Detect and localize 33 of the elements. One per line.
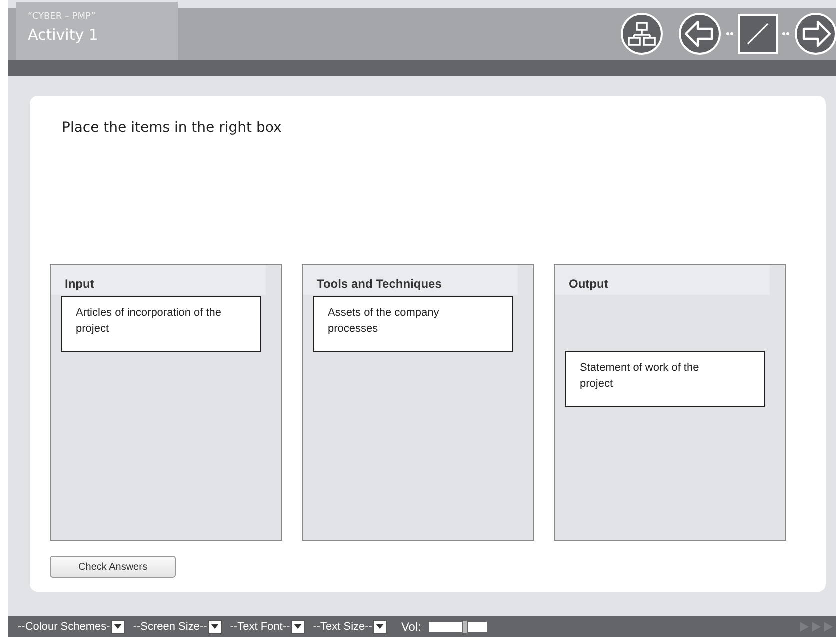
draggable-item[interactable]: Articles of incorporation of the project	[61, 296, 261, 352]
dropdown-label: --Text Size--	[313, 620, 372, 632]
drop-zone-title: Output	[555, 265, 770, 295]
volume-slider[interactable]	[429, 622, 488, 632]
dropdown-button[interactable]	[373, 620, 388, 634]
check-answers-button[interactable]: Check Answers	[50, 556, 176, 578]
dots-icon	[726, 32, 734, 36]
dots-icon	[782, 32, 790, 36]
dropdown-label: --Text Font--	[230, 620, 290, 632]
caret-icon	[114, 624, 122, 629]
drop-zone[interactable]: Tools and Techniques Assets of the company processes	[302, 264, 534, 541]
forward-arrow-icon[interactable]	[794, 12, 836, 56]
course-name: “CYBER – PMP”	[28, 12, 97, 22]
drop-zone-title: Input	[51, 265, 266, 295]
dropdown-button[interactable]	[208, 620, 222, 634]
activity-title: Activity 1	[28, 26, 100, 44]
caret-icon	[376, 624, 384, 629]
sitemap-icon[interactable]	[620, 12, 664, 56]
instruction-text: Place the items in the right box	[62, 120, 283, 136]
drop-zone[interactable]: Input Articles of incorporation of the project	[50, 264, 282, 541]
dropdown-label: --Screen Size--	[133, 620, 208, 632]
draggable-item[interactable]: Assets of the company processes	[313, 296, 513, 352]
volume-label: Vol:	[401, 620, 422, 634]
volume-thumb[interactable]	[462, 620, 468, 634]
drop-zone-title: Tools and Techniques	[303, 265, 518, 295]
drop-zone[interactable]: Output Statement of work of the project	[554, 264, 786, 541]
caret-icon	[211, 624, 220, 629]
draggable-item[interactable]: Statement of work of the project	[565, 351, 765, 407]
page-indicator-icon	[738, 14, 778, 54]
dropdown-button[interactable]	[291, 620, 306, 634]
caret-icon	[294, 624, 302, 629]
dropdown-button[interactable]	[111, 620, 126, 634]
dropdown-label: --Colour Schemes-	[18, 620, 110, 632]
